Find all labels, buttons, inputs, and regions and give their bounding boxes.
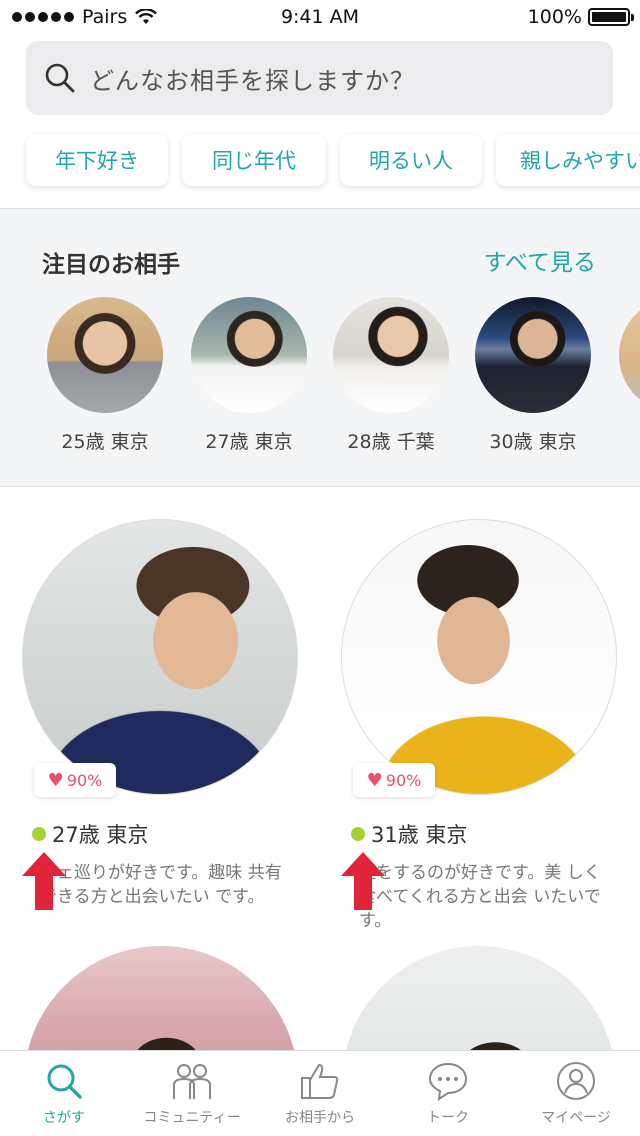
featured-profile[interactable]: 24	[612, 297, 640, 449]
up-arrow-icon	[341, 852, 385, 910]
tab-community[interactable]: コミュニティー	[128, 1051, 256, 1136]
featured-label: 24	[612, 427, 640, 449]
card-description: 理をするのが好きです。美 しく食べてくれる方と出会 いたいです。	[359, 863, 601, 931]
card-info: 27歳 東京	[32, 819, 148, 849]
up-arrow-icon	[22, 852, 66, 910]
tab-search[interactable]: さがす	[0, 1051, 128, 1136]
tab-label: コミュニティー	[143, 1110, 241, 1126]
thumbs-up-icon	[301, 1063, 339, 1099]
match-percent: 90%	[385, 770, 422, 790]
match-badge: ♥ 90%	[353, 763, 435, 797]
profile-photo	[22, 519, 298, 795]
card-description: フェ巡りが好きです。趣味 共有できる方と出会いたい です。	[40, 863, 282, 907]
chip-younger[interactable]: 年下好き	[26, 134, 168, 186]
avatar	[619, 297, 640, 413]
tab-label: トーク	[427, 1110, 469, 1126]
avatar	[333, 297, 449, 413]
tab-label: さがす	[43, 1110, 85, 1126]
filter-chips: 年下好き 同じ年代 明るい人 親しみやすい	[26, 134, 640, 186]
chip-cheerful[interactable]: 明るい人	[340, 134, 482, 186]
featured-section: 注目のお相手 すべて見る 25歳 東京 27歳 東京 28歳 千葉 30歳 東京…	[0, 208, 640, 487]
battery-icon	[588, 8, 634, 26]
featured-label: 28歳 千葉	[347, 431, 435, 453]
profile-icon	[557, 1062, 595, 1100]
tab-likes[interactable]: お相手から	[256, 1051, 384, 1136]
chip-same-age[interactable]: 同じ年代	[182, 134, 326, 186]
profile-photo	[341, 519, 617, 795]
heart-icon: ♥	[366, 769, 383, 791]
tab-label: お相手から	[285, 1110, 355, 1126]
heart-icon: ♥	[47, 769, 64, 791]
avatar	[475, 297, 591, 413]
card-info: 31歳 東京	[351, 819, 467, 849]
community-icon	[173, 1064, 211, 1099]
battery-percent: 100%	[527, 6, 582, 28]
match-badge: ♥ 90%	[34, 763, 116, 797]
tab-bar: さがす コミュニティー お相手から トーク マイページ	[0, 1050, 640, 1136]
featured-profile[interactable]: 27歳 東京	[184, 297, 314, 454]
featured-profile[interactable]: 25歳 東京	[40, 297, 170, 454]
status-battery-group: 100%	[527, 6, 634, 28]
online-status-icon	[32, 827, 46, 841]
featured-row: 25歳 東京 27歳 東京 28歳 千葉 30歳 東京 24	[40, 297, 640, 467]
card-age-location: 31歳 東京	[371, 823, 468, 847]
avatar	[47, 297, 163, 413]
tab-label: マイページ	[541, 1110, 611, 1126]
featured-profile[interactable]: 30歳 東京	[468, 297, 598, 454]
featured-label: 25歳 東京	[61, 431, 149, 453]
status-bar: Pairs 9:41 AM 100%	[0, 0, 640, 36]
featured-label: 30歳 東京	[489, 431, 577, 453]
online-status-icon	[351, 827, 365, 841]
featured-label: 27歳 東京	[205, 431, 293, 453]
search-input[interactable]: どんなお相手を探しますか？	[26, 41, 613, 115]
match-percent: 90%	[66, 770, 103, 790]
see-all-link[interactable]: すべて見る	[484, 243, 596, 277]
avatar	[191, 297, 307, 413]
search-placeholder: どんなお相手を探しますか？	[90, 66, 415, 95]
featured-title: 注目のお相手	[42, 252, 180, 278]
search-icon	[45, 63, 75, 93]
chip-friendly[interactable]: 親しみやすい	[496, 134, 640, 186]
search-icon	[47, 1064, 82, 1099]
tab-talk[interactable]: トーク	[384, 1051, 512, 1136]
chat-icon	[428, 1062, 468, 1101]
featured-profile[interactable]: 28歳 千葉	[326, 297, 456, 454]
card-age-location: 27歳 東京	[52, 823, 149, 847]
tab-mypage[interactable]: マイページ	[512, 1051, 640, 1136]
